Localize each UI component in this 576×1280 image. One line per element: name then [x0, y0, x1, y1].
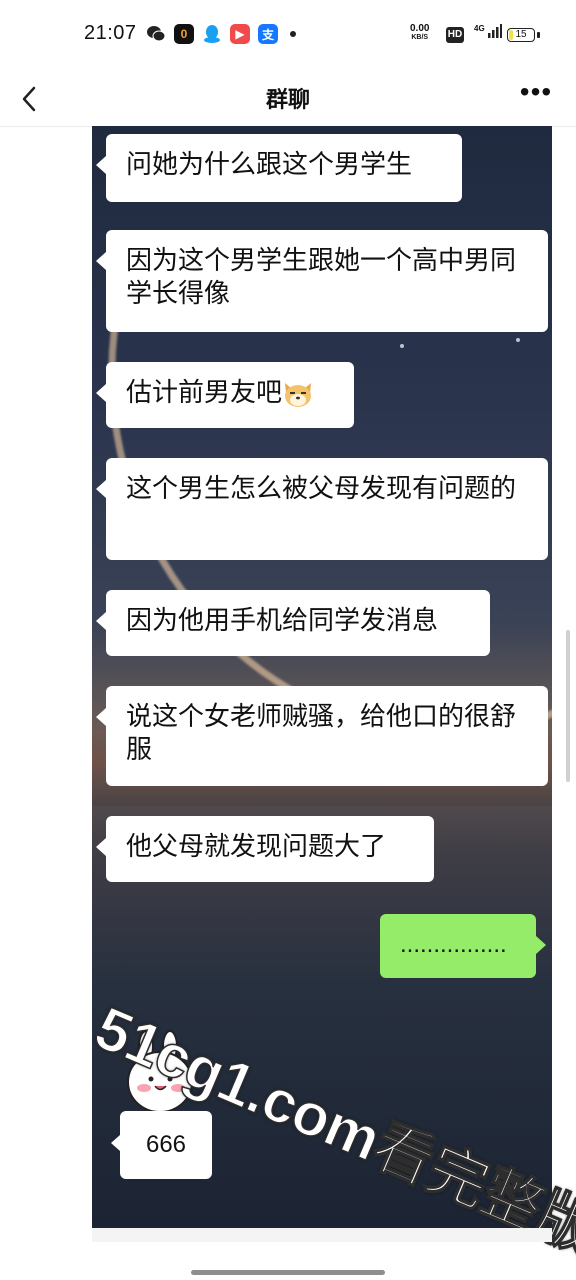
message-bubble: 这个男生怎么被父母发现有问题的 — [96, 458, 548, 560]
message-bubble: 666 — [111, 1111, 212, 1179]
more-notifications-dot — [290, 31, 296, 37]
home-gesture-bar[interactable] — [191, 1270, 385, 1275]
alipay-icon: 支 — [258, 24, 278, 44]
clock: 21:07 — [84, 22, 137, 44]
star — [400, 344, 404, 348]
message-text: 他父母就发现问题大了 — [126, 831, 387, 861]
message-bubble: 估计前男友吧 — [96, 362, 354, 428]
notification-icons: 0 ▶ 支 — [146, 24, 296, 44]
signal-icon: 4G — [474, 24, 502, 38]
video-app-icon: ▶ — [230, 24, 250, 44]
battery-icon: 15 — [507, 28, 535, 42]
network-speed: 0.00 KB/S — [410, 24, 429, 42]
app-o-icon: 0 — [174, 24, 194, 44]
network-speed-unit: KB/S — [411, 34, 429, 41]
message-bubble: 因为这个男学生跟她一个高中男同学长得像 — [96, 230, 548, 332]
doge-emoji-icon — [285, 383, 312, 408]
network-speed-value: 0.00 — [410, 23, 430, 34]
message-bubble: 他父母就发现问题大了 — [96, 816, 434, 882]
sent-message-bubble: ................ — [380, 914, 546, 978]
message-text: 因为这个男学生跟她一个高中男同学长得像 — [126, 245, 517, 308]
battery-level: 15 — [515, 29, 527, 40]
nav-bar: 群聊 ••• — [0, 70, 576, 127]
message-text: ................ — [400, 931, 507, 958]
bottom-strip — [92, 1228, 552, 1242]
message-text: 估计前男友吧 — [126, 377, 283, 407]
wechat-icon — [146, 24, 166, 44]
page-title: 群聊 — [265, 87, 310, 112]
more-button[interactable]: ••• — [516, 78, 556, 114]
scrollbar-thumb[interactable] — [566, 630, 570, 782]
hd-badge: HD — [446, 27, 464, 43]
battery-tip — [537, 32, 540, 38]
message-text: 因为他用手机给同学发消息 — [126, 605, 439, 635]
status-bar: 21:07 0 ▶ 支 0.00 KB/S HD 4G 15 — [0, 0, 576, 70]
message-text: 问她为什么跟这个男学生 — [126, 149, 413, 179]
message-text: 666 — [145, 1131, 187, 1158]
qq-icon — [202, 24, 222, 44]
signal-label: 4G — [474, 24, 485, 33]
message-text: 这个男生怎么被父母发现有问题的 — [126, 473, 517, 503]
more-dots-icon: ••• — [519, 76, 553, 107]
message-bubble: 因为他用手机给同学发消息 — [96, 590, 490, 656]
message-text: 说这个女老师贼骚，给他口的很舒服 — [126, 701, 517, 764]
message-bubble: 说这个女老师贼骚，给他口的很舒服 — [96, 686, 548, 786]
message-bubble: 问她为什么跟这个男学生 — [96, 134, 462, 202]
star — [516, 338, 520, 342]
